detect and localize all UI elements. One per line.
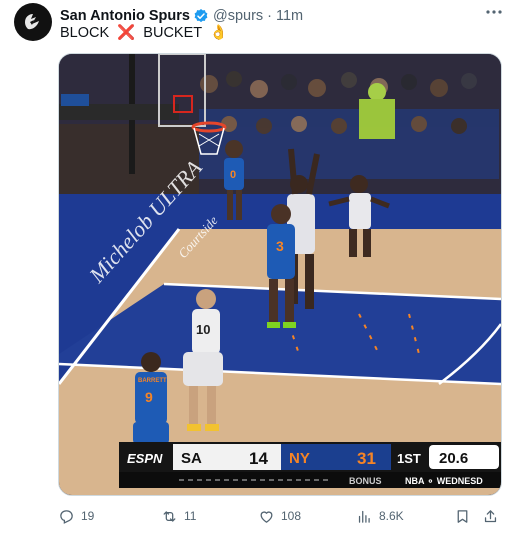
jersey-number-spurs-left: 10	[196, 322, 210, 337]
avatar[interactable]	[14, 3, 52, 41]
jersey-name-knicks-left: BARRETT	[138, 378, 167, 384]
timestamp[interactable]: 11m	[276, 8, 303, 24]
home-team: NY	[289, 450, 310, 467]
spurs-logo-icon	[25, 14, 39, 30]
jersey-number-knicks-center: 3	[276, 238, 284, 254]
jersey-number-knicks-back: 0	[230, 169, 236, 181]
jersey-number-knicks-left: 9	[145, 389, 153, 405]
tweet-actions: 19 11 108 8.6K	[58, 504, 500, 528]
views-button[interactable]: 8.6K	[356, 504, 404, 528]
broadcaster-logo: ESPN	[127, 451, 163, 466]
game-clock: 20.6	[439, 450, 468, 467]
away-score: 14	[249, 449, 268, 468]
separator-dot: ·	[267, 8, 272, 24]
tweet-text-bucket: BUCKET	[143, 25, 202, 41]
reply-icon	[60, 509, 73, 524]
bonus-indicator: BONUS	[349, 476, 382, 486]
quarter: 1ST	[397, 451, 421, 466]
tweet-header: San Antonio Spurs @spurs · 11m	[60, 6, 499, 26]
reply-button[interactable]: 19	[58, 504, 94, 528]
like-button[interactable]: 108	[258, 504, 301, 528]
tweet-text-block: BLOCK	[60, 25, 110, 41]
video-frame: Michelob ULTRA Courtside 0 3 10 BARRETT …	[59, 54, 501, 495]
view-count: 8.6K	[379, 509, 404, 523]
home-score: 31	[357, 449, 376, 468]
video-player[interactable]: Michelob ULTRA Courtside 0 3 10 BARRETT …	[58, 53, 502, 496]
ticker-text: NBA ⚬ WEDNESD	[405, 476, 483, 486]
handle[interactable]: @spurs	[213, 8, 263, 24]
ok-hand-icon: 👌	[209, 25, 228, 41]
display-name[interactable]: San Antonio Spurs	[60, 8, 190, 24]
tweet-text: BLOCK ❌ BUCKET 👌	[60, 24, 228, 41]
share-icon	[484, 509, 497, 522]
reply-count: 19	[81, 509, 95, 523]
repost-icon	[163, 510, 176, 522]
away-team: SA	[181, 450, 202, 467]
bookmark-button[interactable]	[454, 504, 471, 528]
like-count: 108	[281, 509, 302, 523]
verified-badge-icon	[194, 9, 208, 23]
cross-mark-icon: ❌	[117, 25, 136, 41]
repost-button[interactable]: 11	[161, 504, 196, 528]
bookmark-icon	[457, 509, 468, 523]
shot-clock-display	[61, 94, 89, 106]
share-button[interactable]	[482, 504, 499, 528]
shot-clock-bar	[59, 104, 179, 120]
more-options-icon[interactable]	[483, 3, 505, 21]
repost-count: 11	[184, 509, 197, 523]
views-chart-icon	[358, 510, 370, 523]
heart-icon	[260, 510, 273, 523]
